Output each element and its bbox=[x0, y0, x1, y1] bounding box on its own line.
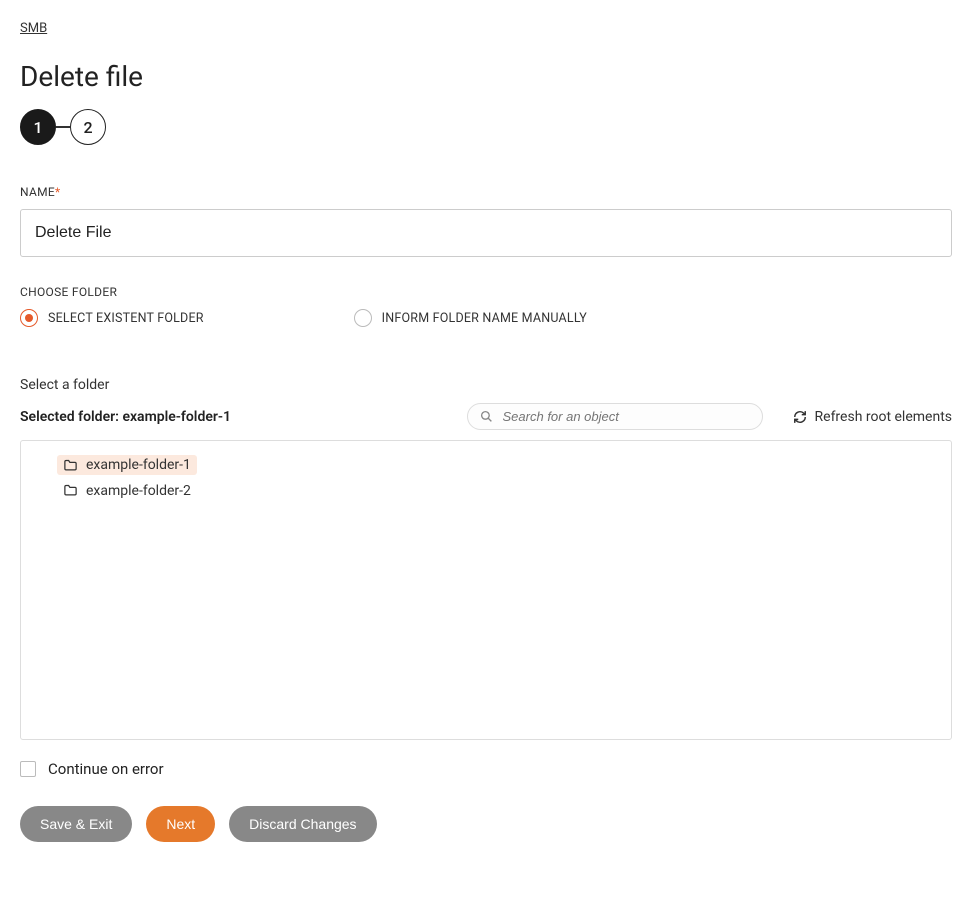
folder-icon bbox=[63, 458, 78, 473]
radio-select-existent[interactable]: SELECT EXISTENT FOLDER bbox=[20, 309, 204, 327]
search-icon bbox=[480, 410, 493, 423]
refresh-icon bbox=[793, 410, 807, 424]
tree-item-label: example-folder-1 bbox=[86, 457, 191, 473]
breadcrumb-smb[interactable]: SMB bbox=[20, 21, 47, 36]
page-title: Delete file bbox=[20, 60, 952, 93]
continue-on-error-checkbox[interactable]: Continue on error bbox=[20, 760, 952, 778]
radio-dot-icon bbox=[354, 309, 372, 327]
search-box[interactable] bbox=[467, 403, 763, 430]
step-2[interactable]: 2 bbox=[70, 109, 106, 145]
name-label-text: NAME bbox=[20, 185, 55, 199]
radio-dot-icon bbox=[20, 309, 38, 327]
refresh-root-elements[interactable]: Refresh root elements bbox=[793, 409, 952, 425]
refresh-label: Refresh root elements bbox=[815, 409, 952, 425]
step-connector bbox=[56, 126, 70, 128]
continue-on-error-label: Continue on error bbox=[48, 760, 164, 778]
select-folder-heading: Select a folder bbox=[20, 377, 952, 393]
next-button[interactable]: Next bbox=[146, 806, 215, 842]
checkbox-icon bbox=[20, 761, 36, 777]
name-input[interactable] bbox=[20, 209, 952, 257]
folder-tree-panel: example-folder-1 example-folder-2 bbox=[20, 440, 952, 740]
search-input[interactable] bbox=[503, 409, 750, 424]
selected-folder-display: Selected folder: example-folder-1 bbox=[20, 409, 231, 425]
tree-item[interactable]: example-folder-2 bbox=[57, 481, 197, 501]
name-label: NAME* bbox=[20, 185, 952, 199]
selected-folder-prefix: Selected folder: bbox=[20, 409, 122, 425]
radio-label-existent: SELECT EXISTENT FOLDER bbox=[48, 311, 204, 326]
step-1[interactable]: 1 bbox=[20, 109, 56, 145]
radio-inform-manually[interactable]: INFORM FOLDER NAME MANUALLY bbox=[354, 309, 587, 327]
folder-icon bbox=[63, 483, 78, 498]
radio-label-manual: INFORM FOLDER NAME MANUALLY bbox=[382, 311, 587, 326]
wizard-stepper: 1 2 bbox=[20, 109, 952, 145]
choose-folder-label: CHOOSE FOLDER bbox=[20, 285, 952, 299]
tree-item[interactable]: example-folder-1 bbox=[57, 455, 197, 475]
tree-item-label: example-folder-2 bbox=[86, 483, 191, 499]
selected-folder-value: example-folder-1 bbox=[122, 409, 231, 425]
discard-changes-button[interactable]: Discard Changes bbox=[229, 806, 376, 842]
required-marker: * bbox=[55, 185, 60, 199]
save-and-exit-button[interactable]: Save & Exit bbox=[20, 806, 132, 842]
